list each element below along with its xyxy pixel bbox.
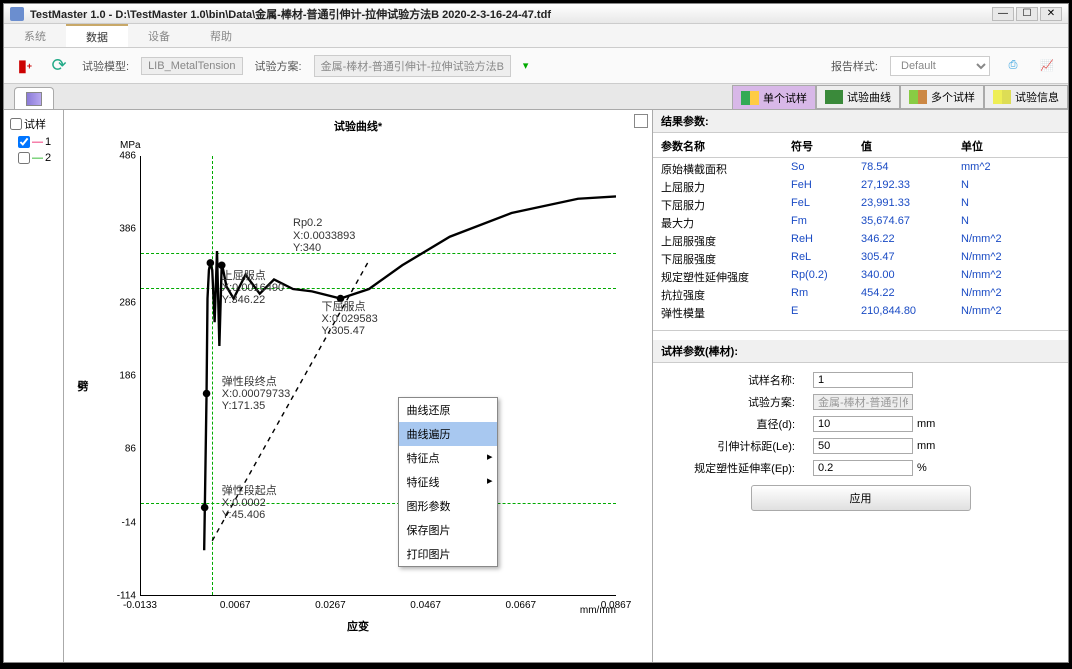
tab-badge-icon	[741, 91, 759, 105]
param-label: 试验方案:	[663, 394, 813, 410]
menu-item[interactable]: 帮助	[190, 24, 252, 47]
app-icon	[10, 7, 24, 21]
result-row: 下屈服强度ReL305.47N/mm^2	[653, 250, 1068, 268]
results-section-title: 结果参数:	[653, 110, 1068, 133]
menu-item[interactable]: 设备	[128, 24, 190, 47]
y-tick: 386	[119, 224, 136, 235]
results-header-val: 值	[861, 138, 961, 154]
param-input[interactable]	[813, 460, 913, 476]
menubar: 系统数据设备帮助	[4, 24, 1068, 48]
close-button[interactable]: ✕	[1040, 7, 1062, 21]
context-menu-item[interactable]: 保存图片	[399, 518, 497, 542]
context-menu-item[interactable]: 曲线遍历	[399, 422, 497, 446]
context-menu-item[interactable]: 打印图片	[399, 542, 497, 566]
y-tick: -14	[122, 517, 136, 528]
tree-item-check[interactable]	[18, 152, 30, 164]
tree-item[interactable]: — 1	[8, 134, 59, 150]
result-row: 抗拉强度Rm454.22N/mm^2	[653, 286, 1068, 304]
x-tick: 0.0667	[506, 600, 537, 611]
params-section-title: 试样参数(棒材):	[653, 340, 1068, 363]
print-icon[interactable]: ⎙	[1002, 55, 1024, 77]
refresh-icon[interactable]: ⟳	[48, 55, 70, 77]
result-row: 规定塑性延伸强度Rp(0.2)340.00N/mm^2	[653, 268, 1068, 286]
x-tick: -0.0133	[123, 600, 157, 611]
model-value[interactable]: LIB_MetalTension	[141, 57, 242, 75]
param-label: 试样名称:	[663, 372, 813, 388]
submenu-arrow-icon: ▸	[487, 450, 493, 463]
y-axis-label: 劈	[74, 381, 90, 392]
results-header-unit: 单位	[961, 138, 1041, 154]
specimen-add-icon[interactable]: ▮+	[14, 55, 36, 77]
tree-head-check[interactable]	[10, 118, 22, 130]
tab-badge-icon	[26, 92, 42, 106]
result-row: 下屈服力FeL23,991.33N	[653, 196, 1068, 214]
param-label: 直径(d):	[663, 416, 813, 432]
y-tick: 186	[119, 371, 136, 382]
y-tick: 86	[125, 444, 136, 455]
param-input[interactable]	[813, 416, 913, 432]
results-header-name: 参数名称	[661, 138, 791, 154]
x-unit: mm/mm	[580, 605, 616, 616]
dropdown-icon[interactable]: ▾	[523, 59, 529, 72]
result-row: 弹性模量E210,844.80N/mm^2	[653, 304, 1068, 322]
tab-badge-icon	[825, 90, 843, 104]
param-input[interactable]	[813, 372, 913, 388]
x-tick: 0.0067	[220, 600, 251, 611]
x-tick: 0.0267	[315, 600, 346, 611]
left-tab[interactable]	[14, 87, 54, 109]
param-unit: mm	[917, 440, 935, 452]
context-menu: 曲线还原曲线遍历特征点▸特征线▸图形参数保存图片打印图片	[398, 397, 498, 567]
param-input[interactable]	[813, 438, 913, 454]
apply-button[interactable]: 应用	[751, 485, 971, 511]
report-select[interactable]: Default	[890, 56, 990, 76]
plot-area[interactable]: 上屈服点X:0.0016490Y:346.22 Rp0.2X:0.0033893…	[140, 156, 616, 596]
context-menu-item[interactable]: 特征线▸	[399, 470, 497, 494]
right-tab[interactable]: 试验曲线	[816, 85, 900, 109]
param-label: 引伸计标距(Le):	[663, 438, 813, 454]
scheme-label: 试验方案:	[255, 58, 302, 74]
result-row: 上屈服力FeH27,192.33N	[653, 178, 1068, 196]
param-label: 规定塑性延伸率(Ep):	[663, 460, 813, 476]
chart-title: 试验曲线*	[70, 116, 646, 136]
param-input	[813, 394, 913, 410]
right-tab[interactable]: 单个试样	[732, 85, 816, 109]
context-menu-item[interactable]: 图形参数	[399, 494, 497, 518]
window-title: TestMaster 1.0 - D:\TestMaster 1.0\bin\D…	[30, 6, 992, 22]
x-axis-label: 应变	[347, 618, 369, 634]
tree-item-check[interactable]	[18, 136, 30, 148]
result-row: 最大力Fm35,674.67N	[653, 214, 1068, 232]
tab-badge-icon	[993, 90, 1011, 104]
result-row: 原始横截面积So78.54mm^2	[653, 160, 1068, 178]
model-label: 试验模型:	[82, 58, 129, 74]
menu-item[interactable]: 系统	[4, 24, 66, 47]
maximize-button[interactable]: ☐	[1016, 7, 1038, 21]
report-label: 报告样式:	[831, 58, 878, 74]
param-unit: %	[917, 462, 927, 474]
tree-head-label: 试样	[24, 116, 46, 132]
param-unit: mm	[917, 418, 935, 430]
context-menu-item[interactable]: 特征点▸	[399, 446, 497, 470]
chart-expand-icon[interactable]	[634, 114, 648, 128]
result-row: 上屈服强度ReH346.22N/mm^2	[653, 232, 1068, 250]
minimize-button[interactable]: —	[992, 7, 1014, 21]
y-tick: 486	[119, 151, 136, 162]
x-tick: 0.0467	[410, 600, 441, 611]
tab-badge-icon	[909, 90, 927, 104]
submenu-arrow-icon: ▸	[487, 474, 493, 487]
y-tick: 286	[119, 297, 136, 308]
y-unit: MPa	[120, 140, 141, 151]
results-header-sym: 符号	[791, 138, 861, 154]
context-menu-item[interactable]: 曲线还原	[399, 398, 497, 422]
chart-icon[interactable]: 📈	[1036, 55, 1058, 77]
tree-item[interactable]: — 2	[8, 150, 59, 166]
tree-head: 试样	[8, 114, 59, 134]
scheme-value[interactable]: 金属-棒材-普通引伸计-拉伸试验方法B	[314, 55, 511, 77]
menu-item[interactable]: 数据	[66, 24, 128, 47]
right-tab[interactable]: 试验信息	[984, 85, 1068, 109]
right-tab[interactable]: 多个试样	[900, 85, 984, 109]
